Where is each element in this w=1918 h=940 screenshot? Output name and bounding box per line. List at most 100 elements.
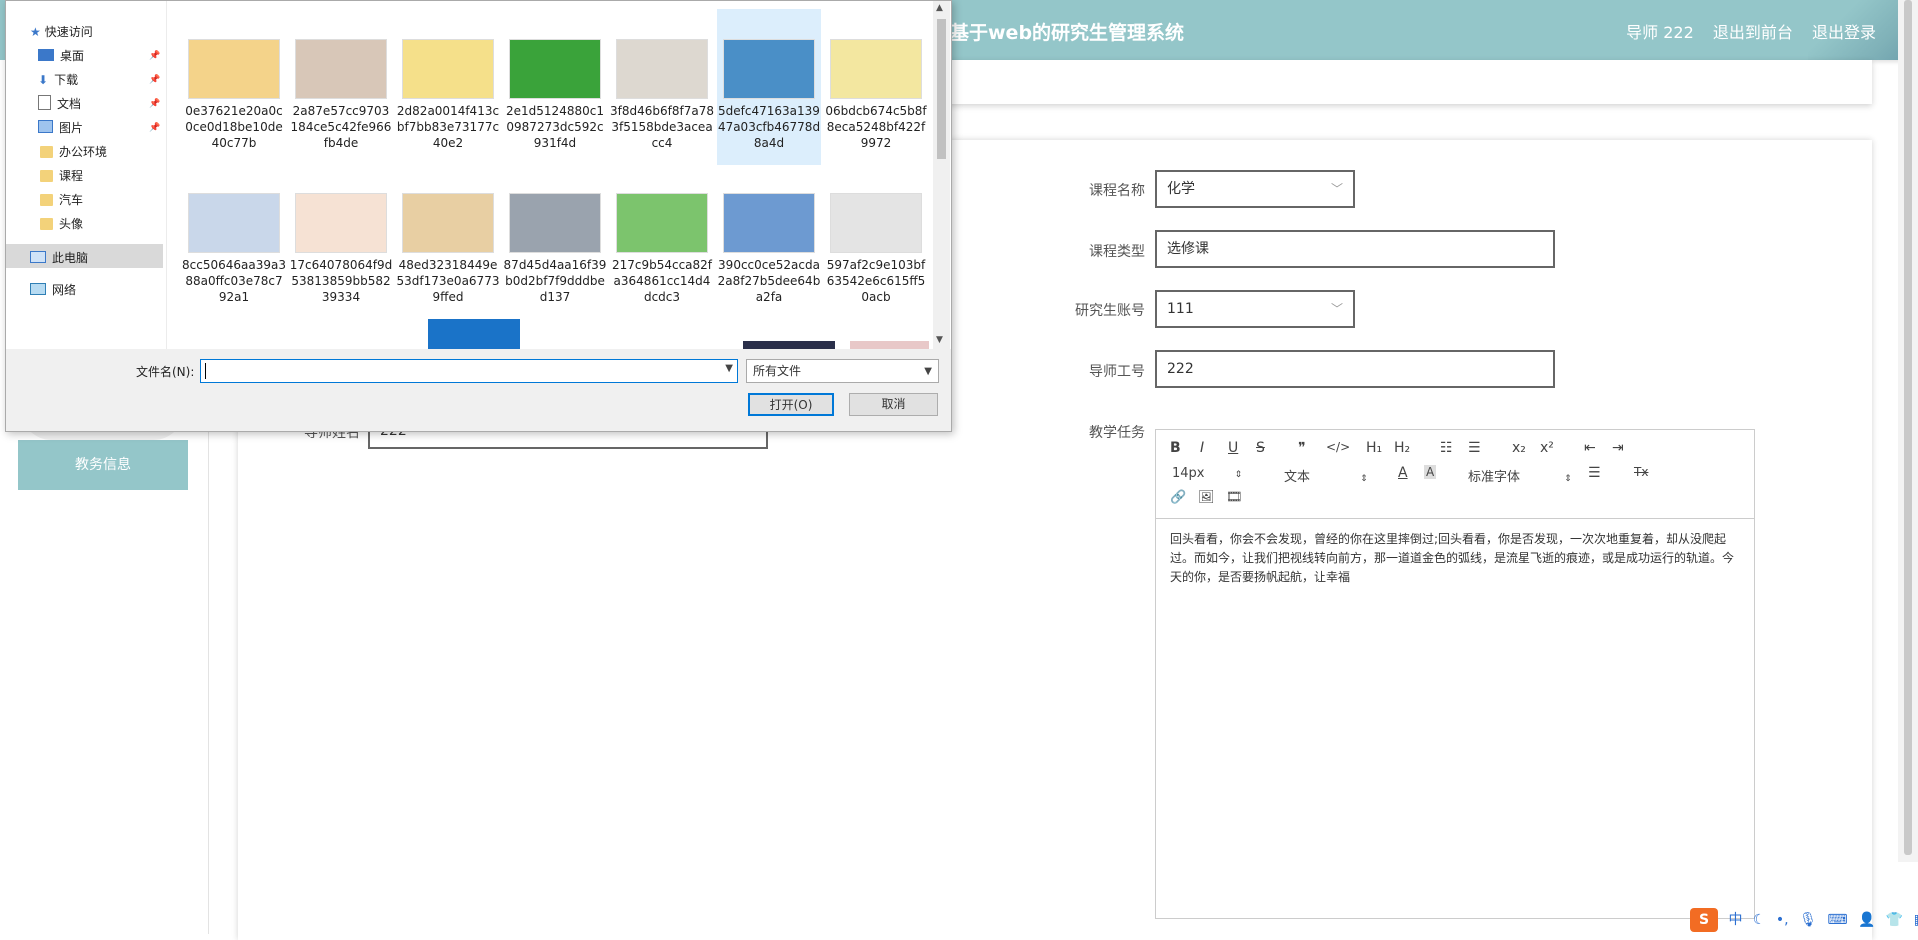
filetype-value: 所有文件: [753, 364, 802, 378]
indent-button[interactable]: ⇥: [1612, 440, 1624, 456]
file-name: 2d82a0014f413cbf7bb83e73177c40e2: [396, 104, 500, 150]
student-account-select[interactable]: 111 ﹀: [1155, 290, 1355, 328]
background-color-icon[interactable]: A: [1424, 465, 1437, 479]
page-scrollbar-thumb[interactable]: [1904, 0, 1912, 855]
moon-icon[interactable]: ☾: [1753, 912, 1766, 928]
file-thumbnail-partial[interactable]: [850, 341, 929, 349]
dialog-scrollbar[interactable]: ▲ ▼: [933, 1, 950, 349]
underline-button[interactable]: U: [1228, 440, 1238, 456]
file-name: 2e1d5124880c10987273dc592c931f4d: [506, 104, 604, 150]
image-icon[interactable]: 🖼: [1198, 490, 1215, 505]
nav-documents[interactable]: 文档: [38, 95, 81, 112]
folder-icon: [40, 194, 53, 206]
course-name-select[interactable]: 化学 ﹀: [1155, 170, 1355, 208]
file-item[interactable]: 87d45d4aa16f39b0d2bf7f9dddbed137: [503, 163, 607, 319]
shirt-icon[interactable]: 👕: [1886, 912, 1903, 928]
font-color-icon[interactable]: A: [1398, 465, 1408, 481]
cancel-button[interactable]: 取消: [849, 393, 938, 416]
ime-logo-icon[interactable]: S: [1690, 908, 1718, 932]
user-icon[interactable]: 👤: [1858, 912, 1875, 928]
link-icon[interactable]: 🔗: [1170, 490, 1186, 505]
nav-pictures[interactable]: 图片: [38, 119, 83, 136]
file-name: 8cc50646aa39a388a0ffc03e78c792a1: [182, 258, 286, 304]
file-item[interactable]: 390cc0ce52acda2a8f27b5dee64ba2fa: [717, 163, 821, 319]
h1-button[interactable]: H₁: [1366, 440, 1382, 456]
scrollbar-thumb[interactable]: [937, 19, 946, 159]
course-type-input[interactable]: 选修课: [1155, 230, 1555, 268]
outdent-button[interactable]: ⇤: [1584, 440, 1596, 456]
file-item[interactable]: 3f8d46b6f8f7a783f5158bde3aceacc4: [610, 9, 714, 165]
nav-desktop[interactable]: 桌面: [38, 47, 84, 64]
editor-content[interactable]: 回头看看，你会不会发现，曾经的你在这里摔倒过;回头看看，你是否发现，一次次地重复…: [1170, 530, 1740, 587]
file-item[interactable]: 597af2c9e103bf63542e6c615ff50acb: [824, 163, 928, 319]
file-thumbnail: [295, 193, 387, 253]
nav-car[interactable]: 汽车: [40, 191, 83, 208]
clear-format-button[interactable]: Tx: [1634, 465, 1648, 479]
nav-network[interactable]: 网络: [30, 281, 76, 298]
scroll-down-icon[interactable]: ▼: [936, 335, 943, 345]
sidebar-item-edu-info[interactable]: 教务信息: [18, 440, 188, 490]
ordered-list-button[interactable]: ☷: [1440, 440, 1453, 456]
file-thumbnail: [509, 193, 601, 253]
nav-desktop-label: 桌面: [60, 49, 85, 63]
file-item[interactable]: 0e37621e20a0c0ce0d18be10de40c77b: [182, 9, 286, 165]
nav-downloads[interactable]: ⬇ 下载: [38, 71, 78, 88]
tutor-id-input[interactable]: 222: [1155, 350, 1555, 388]
file-thumbnail-partial[interactable]: [428, 319, 520, 349]
filetype-select[interactable]: 所有文件 ▼: [746, 359, 939, 383]
filename-label: 文件名(N):: [136, 365, 195, 379]
nav-this-pc-label: 此电脑: [52, 251, 89, 265]
quote-button[interactable]: ❞: [1298, 440, 1306, 456]
file-item[interactable]: 2e1d5124880c10987273dc592c931f4d: [503, 9, 607, 165]
nav-documents-label: 文档: [57, 97, 82, 111]
file-thumbnail: [509, 39, 601, 99]
keyboard-icon[interactable]: ⌨: [1827, 912, 1847, 928]
file-item[interactable]: 17c64078064f9d53813859bb58239334: [289, 163, 393, 319]
ime-language[interactable]: 中: [1728, 909, 1742, 929]
file-thumbnail-partial[interactable]: [743, 341, 835, 349]
open-button[interactable]: 打开(O): [748, 393, 834, 416]
course-name-value: 化学: [1167, 181, 1195, 197]
student-account-value: 111: [1167, 301, 1194, 317]
pin-icon: 📌: [149, 123, 161, 133]
punctuation-icon[interactable]: •,: [1776, 912, 1789, 928]
nav-quick-access[interactable]: ★ 快速访问: [30, 23, 93, 40]
file-item[interactable]: 217c9b54cca82fa364861cc14d4dcdc3: [610, 163, 714, 319]
nav-course[interactable]: 课程: [40, 167, 83, 184]
grid-icon[interactable]: ▦: [1914, 912, 1918, 928]
file-name: 0e37621e20a0c0ce0d18be10de40c77b: [185, 104, 283, 150]
scroll-up-icon[interactable]: ▲: [936, 3, 943, 13]
chevron-down-icon[interactable]: ▼: [725, 363, 733, 374]
file-item[interactable]: 48ed32318449e53df173e0a67739ffed: [396, 163, 500, 319]
microphone-icon[interactable]: 🎙: [1799, 912, 1817, 928]
font-family-select[interactable]: 标准字体 ⇕: [1468, 466, 1572, 485]
computer-icon: [30, 251, 46, 263]
format-select[interactable]: 文本 ⇕: [1284, 466, 1368, 485]
font-size-select[interactable]: 14px ⇕: [1172, 466, 1242, 481]
filename-input[interactable]: ▼: [200, 359, 738, 383]
file-item[interactable]: 8cc50646aa39a388a0ffc03e78c792a1: [182, 163, 286, 319]
nav-this-pc[interactable]: 此电脑: [30, 249, 88, 266]
file-item[interactable]: 06bdcb674c5b8f8eca5248bf422f9972: [824, 9, 928, 165]
subscript-button[interactable]: x₂: [1512, 440, 1526, 456]
superscript-button[interactable]: x²: [1540, 440, 1554, 456]
editor-toolbar: B I U S ❞ </> H₁ H₂ ☷ ☰ x₂ x² ⇤ ⇥ 14px ⇕…: [1156, 430, 1754, 519]
h2-button[interactable]: H₂: [1394, 440, 1410, 456]
header-user-menu: 导师 222 退出到前台 退出登录: [1626, 19, 1876, 43]
nav-office[interactable]: 办公环境: [40, 143, 107, 160]
align-icon[interactable]: ☰: [1588, 465, 1601, 481]
italic-button[interactable]: I: [1200, 440, 1204, 456]
back-to-front-link[interactable]: 退出到前台: [1713, 23, 1793, 42]
file-item[interactable]: 5defc47163a13947a03cfb46778d8a4d: [717, 9, 821, 165]
file-item[interactable]: 2d82a0014f413cbf7bb83e73177c40e2: [396, 9, 500, 165]
code-button[interactable]: </>: [1326, 440, 1350, 454]
nav-avatar[interactable]: 头像: [40, 215, 83, 232]
logout-link[interactable]: 退出登录: [1812, 23, 1876, 42]
file-thumbnail: [188, 193, 280, 253]
bullet-list-button[interactable]: ☰: [1468, 440, 1481, 456]
video-icon[interactable]: 🎞: [1226, 490, 1243, 505]
strike-button[interactable]: S: [1256, 440, 1265, 456]
file-item[interactable]: 2a87e57cc9703184ce5c42fe966fb4de: [289, 9, 393, 165]
dialog-footer: 文件名(N): ▼ 所有文件 ▼ 打开(O) 取消: [6, 349, 951, 431]
bold-button[interactable]: B: [1170, 440, 1181, 456]
